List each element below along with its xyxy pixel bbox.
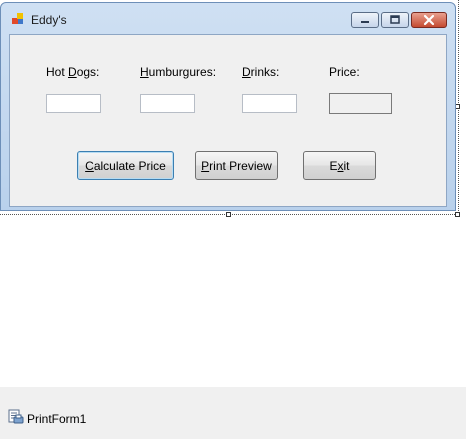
- minimize-icon: [361, 21, 369, 23]
- maximize-button[interactable]: [381, 12, 409, 28]
- form-client-area: Hot Dogs: Humburgures: Drinks: Price: Ca…: [9, 34, 447, 207]
- title-bar[interactable]: Eddy's: [1, 3, 455, 33]
- price-output: [329, 93, 392, 114]
- print-preview-label: Print Preview: [201, 158, 272, 173]
- printform-component-label[interactable]: PrintForm1: [27, 412, 86, 426]
- exit-button[interactable]: Exit: [303, 151, 376, 180]
- printform-icon: [8, 409, 24, 424]
- resize-handle-corner[interactable]: [455, 212, 460, 217]
- component-tray: PrintForm1: [0, 387, 466, 439]
- hot-dogs-input[interactable]: [46, 94, 101, 113]
- humburgures-label: Humburgures:: [140, 65, 217, 79]
- form-icon: [12, 13, 23, 24]
- drinks-input[interactable]: [242, 94, 297, 113]
- minimize-button[interactable]: [351, 12, 379, 28]
- hot-dogs-label: Hot Dogs:: [46, 65, 100, 79]
- price-label: Price:: [329, 65, 360, 79]
- exit-label: Exit: [329, 158, 350, 173]
- humburgures-input[interactable]: [140, 94, 195, 113]
- drinks-label: Drinks:: [242, 65, 280, 79]
- form-window[interactable]: Eddy's Hot Dogs: Humburgures: Drinks: Pr…: [0, 2, 456, 211]
- resize-handle-bottom[interactable]: [226, 212, 231, 217]
- close-button[interactable]: [411, 12, 447, 28]
- maximize-icon: [390, 15, 400, 24]
- calculate-price-button[interactable]: Calculate Price: [77, 151, 174, 180]
- print-preview-button[interactable]: Print Preview: [195, 151, 278, 180]
- window-title: Eddy's: [31, 13, 67, 27]
- close-icon: [423, 14, 435, 26]
- calculate-price-label: Calculate Price: [85, 158, 166, 173]
